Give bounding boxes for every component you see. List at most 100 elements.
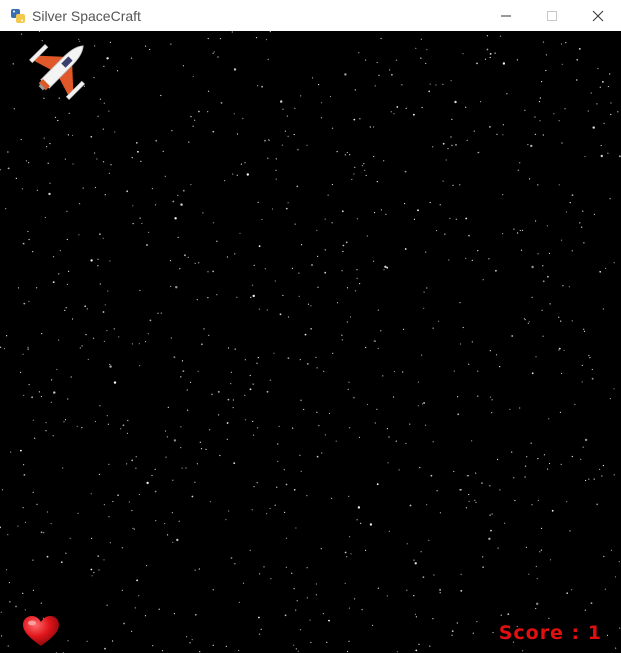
star: [155, 204, 157, 206]
star: [447, 148, 449, 150]
star: [187, 409, 189, 411]
star: [341, 270, 343, 272]
star: [94, 152, 96, 154]
star: [491, 399, 493, 401]
star: [345, 241, 348, 244]
star: [387, 462, 389, 464]
star: [373, 212, 376, 214]
star: [347, 650, 349, 653]
star: [360, 522, 362, 524]
star: [151, 474, 153, 477]
star: [449, 217, 451, 219]
star: [242, 582, 245, 584]
star: [52, 256, 55, 258]
star: [64, 158, 66, 160]
star: [158, 608, 160, 610]
star: [593, 478, 595, 480]
star: [180, 426, 182, 428]
spaceship-icon[interactable]: [28, 33, 96, 101]
star: [17, 287, 20, 289]
star: [146, 565, 148, 567]
star: [38, 31, 41, 32]
star: [186, 636, 188, 638]
star: [7, 167, 10, 170]
star: [1, 635, 3, 637]
star: [329, 95, 332, 98]
star: [465, 257, 467, 259]
star: [472, 632, 474, 634]
star: [459, 184, 461, 186]
star: [582, 446, 584, 448]
star: [120, 428, 122, 430]
star: [560, 239, 563, 241]
star: [583, 242, 585, 244]
star: [91, 575, 93, 577]
star: [548, 252, 551, 254]
star: [81, 345, 83, 347]
star: [423, 402, 425, 404]
star: [451, 118, 453, 120]
title-bar[interactable]: Silver SpaceCraft: [0, 0, 621, 31]
star: [477, 395, 479, 397]
star: [571, 194, 574, 197]
star: [489, 350, 491, 352]
star: [3, 348, 6, 350]
star: [90, 568, 93, 571]
star: [331, 222, 333, 224]
star: [475, 501, 477, 503]
star: [140, 160, 142, 162]
star: [348, 495, 350, 497]
star: [304, 333, 307, 336]
star: [396, 106, 399, 108]
star: [103, 340, 105, 342]
star: [306, 567, 308, 569]
star: [558, 347, 561, 350]
star: [420, 57, 422, 59]
star: [27, 230, 29, 233]
star: [465, 507, 467, 509]
star: [494, 52, 496, 54]
star: [609, 198, 611, 200]
star: [442, 83, 444, 85]
star: [293, 488, 296, 491]
star: [386, 595, 388, 597]
star: [97, 555, 100, 557]
close-button[interactable]: [575, 0, 621, 31]
star: [562, 285, 564, 287]
star: [5, 208, 7, 210]
star: [182, 65, 185, 67]
star: [266, 309, 268, 311]
star: [212, 130, 215, 133]
star: [344, 582, 346, 584]
star: [25, 160, 28, 162]
star: [560, 463, 562, 465]
star: [233, 68, 237, 71]
game-canvas[interactable]: Score : 1: [0, 31, 621, 653]
star: [482, 556, 484, 558]
star: [358, 436, 361, 438]
star: [486, 48, 489, 51]
star: [157, 312, 159, 314]
star: [65, 552, 67, 554]
star: [170, 337, 172, 339]
star: [151, 188, 153, 190]
star: [571, 250, 573, 252]
minimize-button[interactable]: [483, 0, 529, 31]
star: [76, 425, 78, 427]
star: [522, 650, 524, 652]
star: [404, 203, 406, 205]
star: [301, 244, 303, 246]
star: [172, 541, 174, 543]
star: [582, 210, 584, 212]
star: [284, 130, 286, 132]
maximize-button[interactable]: [529, 0, 575, 31]
star: [36, 189, 38, 191]
star: [546, 468, 549, 470]
star: [231, 31, 233, 33]
star: [117, 494, 119, 497]
star: [413, 595, 415, 597]
star: [181, 360, 184, 362]
star: [454, 100, 457, 104]
star: [194, 569, 196, 571]
star: [535, 607, 537, 610]
